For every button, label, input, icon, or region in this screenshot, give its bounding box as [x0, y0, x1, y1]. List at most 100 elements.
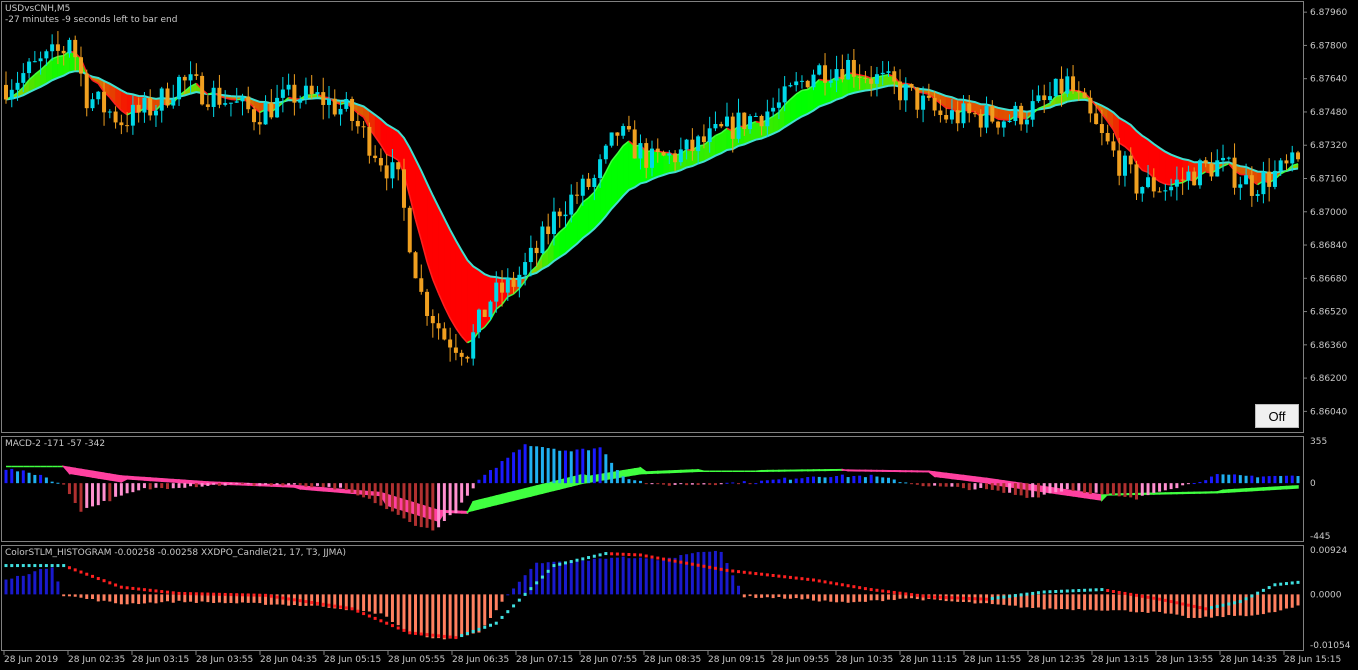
macd-bar[interactable] [650, 483, 654, 485]
candle-body[interactable] [361, 126, 366, 128]
macd-bar[interactable] [1209, 476, 1213, 484]
histogram-bar[interactable] [148, 594, 152, 603]
macd-bar[interactable] [240, 483, 244, 485]
candle-body[interactable] [528, 247, 533, 263]
histogram-bar[interactable] [615, 557, 619, 595]
candle-body[interactable] [1019, 105, 1024, 125]
macd-bar[interactable] [898, 482, 902, 484]
macd-bar[interactable] [748, 483, 752, 485]
macd-bar[interactable] [56, 482, 60, 484]
histogram-bar[interactable] [177, 594, 181, 601]
candle-body[interactable] [794, 81, 799, 86]
candle-body[interactable] [332, 98, 337, 115]
macd-bar[interactable] [1186, 483, 1190, 485]
histogram-bar[interactable] [1261, 594, 1265, 615]
candle-body[interactable] [926, 95, 931, 98]
histogram-bar[interactable] [1279, 594, 1283, 611]
macd-bar[interactable] [725, 482, 729, 484]
candle-body[interactable] [15, 82, 20, 90]
candle-body[interactable] [748, 116, 753, 130]
candle-body[interactable] [990, 105, 995, 122]
histogram-bar[interactable] [517, 581, 521, 595]
candle-body[interactable] [684, 139, 689, 150]
candle-body[interactable] [1013, 105, 1018, 122]
histogram-bar[interactable] [823, 594, 827, 601]
candle-body[interactable] [828, 80, 833, 83]
candle-body[interactable] [955, 110, 960, 124]
candle-body[interactable] [177, 76, 182, 100]
candle-body[interactable] [367, 126, 372, 156]
macd-bar[interactable] [644, 483, 648, 485]
macd-bar[interactable] [275, 483, 279, 485]
macd-bar[interactable] [719, 483, 723, 485]
candle-body[interactable] [1215, 160, 1220, 177]
macd-bar[interactable] [258, 483, 262, 486]
candle-body[interactable] [505, 277, 510, 293]
histogram-bar[interactable] [1094, 594, 1098, 611]
candle-body[interactable] [1203, 160, 1208, 164]
macd-bar[interactable] [713, 483, 717, 486]
candle-body[interactable] [1290, 152, 1295, 164]
macd-bar[interactable] [1048, 483, 1052, 494]
histogram-bar[interactable] [656, 560, 660, 595]
candle-body[interactable] [575, 194, 580, 196]
macd-bar[interactable] [385, 483, 389, 510]
candle-body[interactable] [413, 252, 418, 279]
macd-bar[interactable] [367, 483, 371, 499]
histogram-bar[interactable] [1204, 594, 1208, 617]
candle-body[interactable] [626, 126, 631, 130]
candle-body[interactable] [534, 247, 539, 254]
histogram-bar[interactable] [719, 551, 723, 595]
macd-bar[interactable] [315, 483, 319, 486]
candle-body[interactable] [1065, 76, 1070, 94]
macd-bar[interactable] [1215, 474, 1219, 484]
histogram-bar[interactable] [1238, 594, 1242, 616]
macd-bar[interactable] [1204, 480, 1208, 484]
macd-bar[interactable] [662, 483, 666, 485]
macd-bar[interactable] [454, 483, 458, 514]
candle-body[interactable] [932, 97, 937, 111]
macd-bar[interactable] [298, 483, 302, 485]
macd-bar[interactable] [690, 483, 694, 485]
macd-bar[interactable] [73, 483, 77, 504]
histogram-bar[interactable] [154, 594, 158, 604]
candle-body[interactable] [713, 123, 718, 129]
macd-bar[interactable] [183, 483, 187, 488]
macd-bar[interactable] [985, 483, 989, 490]
histogram-bar[interactable] [610, 557, 614, 595]
macd-bar[interactable] [16, 471, 20, 484]
macd-bar[interactable] [321, 483, 325, 488]
candle-body[interactable] [159, 88, 164, 111]
histogram-bar[interactable] [777, 594, 781, 598]
candle-body[interactable] [650, 148, 654, 168]
candle-body[interactable] [511, 277, 516, 287]
macd-bar[interactable] [1036, 483, 1040, 498]
candle-body[interactable] [1192, 171, 1197, 186]
candle-body[interactable] [909, 84, 914, 88]
candle-body[interactable] [730, 116, 735, 139]
candle-body[interactable] [1226, 157, 1231, 159]
candle-body[interactable] [436, 323, 441, 329]
candle-body[interactable] [142, 97, 147, 113]
candle-body[interactable] [228, 102, 233, 104]
macd-bar[interactable] [327, 483, 331, 487]
candle-body[interactable] [834, 69, 839, 81]
histogram-bar[interactable] [725, 563, 729, 595]
histogram-bar[interactable] [529, 568, 533, 595]
macd-bar[interactable] [656, 483, 660, 485]
macd-bar[interactable] [448, 483, 452, 516]
macd-bar[interactable] [1163, 483, 1167, 491]
candle-body[interactable] [1007, 121, 1012, 123]
histogram-bar[interactable] [402, 594, 406, 630]
candle-body[interactable] [384, 165, 389, 179]
macd-bar[interactable] [517, 449, 521, 484]
macd-bar[interactable] [1002, 483, 1006, 493]
macd-bar[interactable] [148, 483, 152, 490]
histogram-bar[interactable] [1250, 594, 1254, 616]
histogram-bar[interactable] [350, 594, 354, 610]
candle-body[interactable] [298, 99, 303, 103]
histogram-bar[interactable] [171, 594, 175, 603]
macd-bar[interactable] [869, 474, 873, 484]
histogram-bar[interactable] [367, 594, 371, 612]
candle-body[interactable] [1047, 96, 1052, 101]
